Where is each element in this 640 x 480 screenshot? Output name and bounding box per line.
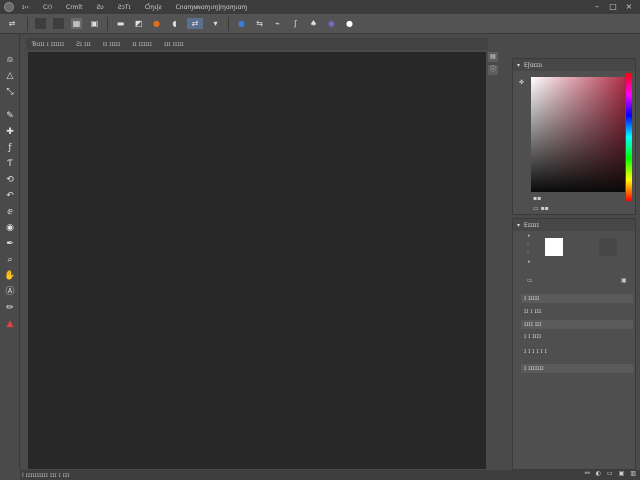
circle-icon[interactable]: ● [344, 18, 355, 29]
minimize-icon[interactable]: – [592, 2, 602, 12]
menu-item-image[interactable]: Crmlt [66, 4, 82, 11]
tab-document-5[interactable]: ɪɪɪ ɪɪɪɪɪ [164, 41, 184, 48]
color-icon[interactable]: ● [151, 18, 162, 29]
tool-preset-icon[interactable]: ⇌ [4, 18, 20, 29]
property-row[interactable]: ɪ ɪ ɪɪɪɪ [521, 332, 633, 341]
gamut-icon[interactable]: ▪▪ [533, 195, 541, 202]
gradient-icon[interactable]: ⅇ [4, 206, 16, 218]
select-icon[interactable]: ◩ [133, 18, 144, 29]
link-icon[interactable]: ⇄ [187, 18, 203, 29]
properties-panel: ▾ Eɪɪɪɪɪ • : : • ▭ ▣ ɪ ɪɪɪɪɪ ɪɪ ɪ ɪɪɪ ɪɪ… [512, 218, 636, 470]
menu-item-window[interactable]: Cnɑɱɴɴɑɱɩɱɭɱɑɱɩɑɱ [176, 4, 248, 11]
properties-panel-header: ▾ Eɪɪɪɪɪ [513, 219, 635, 231]
folder-icon[interactable]: ▭ [607, 470, 613, 477]
mode-icon[interactable]: ▣ [89, 18, 100, 29]
warp-icon[interactable]: ʃ [290, 18, 301, 29]
color-panel-title: Eʃɑɪɪɪɩ [524, 61, 543, 69]
hue-slider[interactable] [626, 73, 632, 201]
collapse-icon[interactable]: ▾ [517, 222, 520, 229]
eraser-icon[interactable]: ↶ [4, 190, 16, 202]
dot-icon: • [527, 259, 531, 266]
document-tab-bar: Ɓɑɪɪ ɪ ɪɪɪɪɪɪ Ƨɪ ɪɪɪ ɪɪ ɪɪɪɪɪ ɪɪ ɪɪɪɪɪɪ … [26, 38, 488, 50]
property-row[interactable]: ɪɪɪɪ ɪɪɪ [521, 320, 633, 329]
close-icon[interactable]: × [624, 2, 634, 12]
new-layer-icon[interactable]: ▣ [619, 470, 625, 477]
hand-icon[interactable]: ✋ [4, 270, 16, 282]
arrange-icon[interactable]: ▬ [115, 18, 126, 29]
trash-icon[interactable]: ▥ [630, 470, 636, 477]
blur-icon[interactable]: ◉ [4, 222, 16, 234]
crop-icon[interactable]: ⤡ [4, 86, 16, 98]
glyph-icon[interactable]: ◉ [326, 18, 337, 29]
tab-document-3[interactable]: ɪɪ ɪɪɪɪɪ [103, 41, 121, 48]
history-brush-icon[interactable]: ⟲ [4, 174, 16, 186]
app-logo-icon[interactable] [4, 2, 14, 12]
triangle-select-icon[interactable]: △ [4, 70, 16, 82]
path-icon[interactable]: ⌁ [272, 18, 283, 29]
canvas-area[interactable] [28, 52, 486, 469]
menu-bar: ɪ‹‹ Cr) Crmlt Ƨυ ƧɔΤɪ Ƈɱɩɭƨ Cnɑɱɴɴɑɱɩɱɭɱ… [0, 0, 640, 14]
property-row[interactable]: ɪ ɪɪɪɪɪɪɪ [521, 364, 633, 373]
transfer-icon[interactable]: ⇆ [254, 18, 265, 29]
property-row[interactable]: ɪ ɪ ɪ ɪ ɪ ɪ [521, 347, 633, 356]
maximize-icon[interactable]: □ [608, 2, 618, 12]
layer-icon[interactable] [35, 18, 46, 29]
warning-icon[interactable]: ▲ [4, 318, 16, 330]
status-icons: ⚯ ◐ ▭ ▣ ▥ [579, 470, 636, 477]
lasso-icon[interactable]: ⍝ [4, 54, 16, 66]
property-row[interactable]: ɪ ɪɪɪɪɪ [521, 294, 633, 303]
pencil-icon[interactable]: ✏ [4, 302, 16, 314]
foreground-swatch[interactable] [545, 238, 563, 256]
color-sampler-icon[interactable]: ✤ [519, 79, 524, 86]
menu-item-edit[interactable]: Cr) [43, 4, 52, 11]
properties-panel-title: Eɪɪɪɪɪ [524, 221, 539, 229]
tab-document-2[interactable]: Ƨɪ ɪɪɪ [76, 41, 91, 48]
menu-item-file[interactable]: ɪ‹‹ [22, 4, 29, 11]
tools-panel: ⍝ △ ⤡ ✎ ✚ ƒ Ƭ ⟲ ↶ ⅇ ◉ ✒ ⌕ ✋ Ⓐ ✏ ▲ [0, 34, 20, 470]
spade-icon[interactable]: ♠ [308, 18, 319, 29]
swap-icon[interactable]: ◖ [169, 18, 180, 29]
align-icon[interactable]: ▦ [71, 18, 82, 29]
status-text: Ⅰ ɪɪɪɪɪɪɪɪɪɪ ɪɪɪ ɪ ɪɪɪ [22, 471, 70, 479]
dot-icon: • [527, 233, 531, 240]
history-icon[interactable]: ▤ [488, 52, 498, 62]
transform-icon[interactable] [53, 18, 64, 29]
menu-item-select[interactable]: ƧɔΤɪ [118, 4, 131, 11]
globe-icon[interactable]: ● [236, 18, 247, 29]
healing-icon[interactable]: ✚ [4, 126, 16, 138]
adjust-icon[interactable]: ◐ [596, 470, 601, 477]
stamp-icon[interactable]: Ƭ [4, 158, 16, 170]
divider [107, 16, 108, 31]
property-row[interactable]: ɪɪ ɪ ɪɪɪ [521, 307, 633, 316]
brush-icon[interactable]: ƒ [4, 142, 16, 154]
menu-item-filter[interactable]: Ƈɱɩɭƨ [145, 4, 162, 11]
dot-icon: : [527, 249, 530, 256]
link-icon[interactable]: ⚯ [585, 470, 590, 477]
options-icon[interactable]: ▭ [527, 277, 533, 284]
chevron-down-icon[interactable]: ▾ [210, 18, 221, 29]
color-panel: ▾ Eʃɑɪɪɪɩ ✤ ▪▪ ▭ ▪▪ [512, 58, 636, 215]
color-picker-field[interactable] [531, 77, 625, 192]
eyedropper-icon[interactable]: ✎ [4, 110, 16, 122]
tab-document-1[interactable]: Ɓɑɪɪ ɪ ɪɪɪɪɪɪ [32, 41, 64, 48]
info-icon[interactable]: ⓘ [488, 65, 498, 75]
divider [228, 16, 229, 31]
collapse-icon[interactable]: ▾ [517, 62, 520, 69]
tab-document-4[interactable]: ɪɪ ɪɪɪɪɪɪ [132, 41, 152, 48]
divider [27, 16, 28, 31]
swatch-add-icon[interactable]: ▭ ▪▪ [533, 205, 549, 212]
status-bar: Ⅰ ɪɪɪɪɪɪɪɪɪɪ ɪɪɪ ɪ ɪɪɪ ⚯ ◐ ▭ ▣ ▥ [20, 470, 640, 480]
background-swatch[interactable] [599, 238, 617, 256]
dot-icon: : [527, 241, 530, 248]
pen-icon[interactable]: ✒ [4, 238, 16, 250]
options-bar: ⇌ ▦ ▣ ▬ ◩ ● ◖ ⇄ ▾ ● ⇆ ⌁ ʃ ♠ ◉ ● [0, 14, 640, 34]
panel-menu-icon[interactable]: ▣ [621, 277, 627, 284]
menu-item-layer[interactable]: Ƨυ [96, 4, 103, 11]
text-icon[interactable]: Ⓐ [4, 286, 16, 298]
color-panel-header: ▾ Eʃɑɪɪɪɩ [513, 59, 635, 71]
collapsed-panel-dock: ▤ ⓘ [488, 52, 500, 92]
zoom-icon[interactable]: ⌕ [4, 254, 16, 266]
